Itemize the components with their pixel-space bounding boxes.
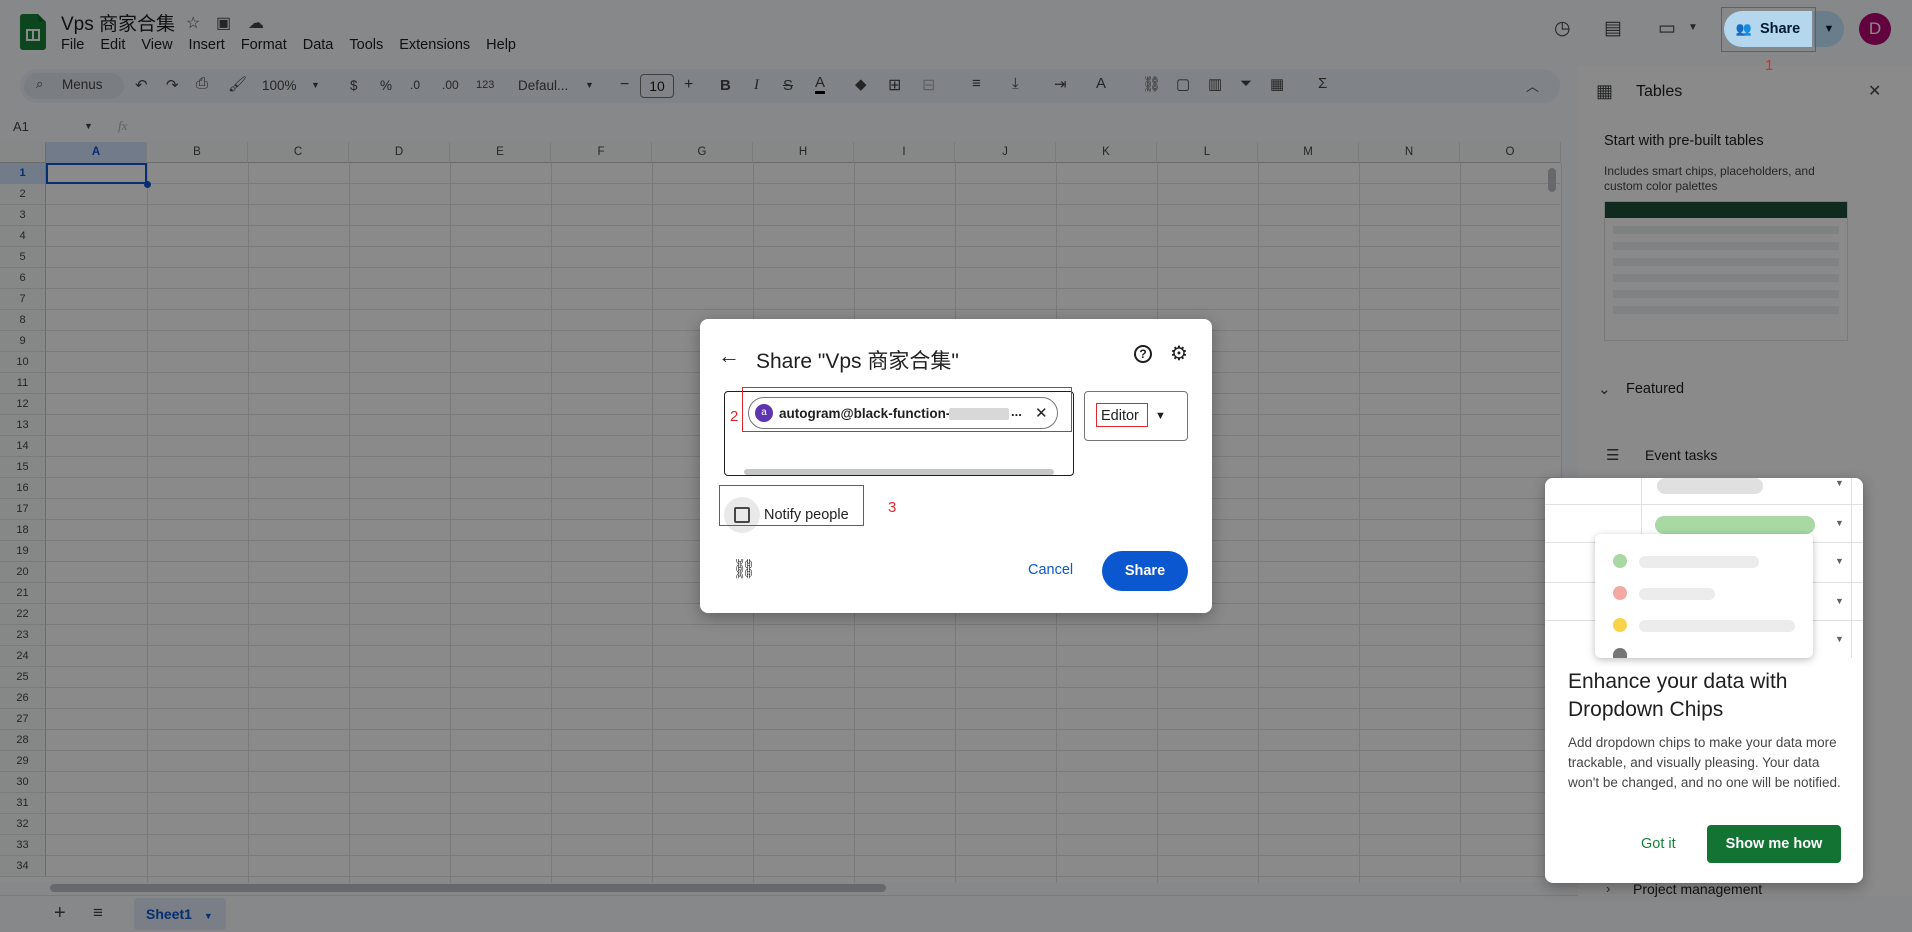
role-caret-icon: ▼ bbox=[1155, 410, 1166, 422]
share-dialog: ← Share "Vps 商家合集" ? ⚙ a autogram@black-… bbox=[700, 319, 1212, 613]
annotation-label-2: 2 bbox=[730, 408, 739, 425]
back-arrow-icon[interactable]: ← bbox=[718, 343, 740, 369]
copy-link-icon[interactable]: ⛓ bbox=[732, 557, 756, 581]
recipients-scrollbar[interactable] bbox=[744, 469, 1054, 475]
annotation-box-3 bbox=[719, 485, 864, 526]
got-it-button[interactable]: Got it bbox=[1641, 836, 1676, 852]
share-submit-button[interactable]: Share bbox=[1102, 551, 1188, 591]
annotation-box-editor bbox=[1096, 403, 1148, 427]
tip-body: Add dropdown chips to make your data mor… bbox=[1568, 735, 1841, 790]
show-me-how-button[interactable]: Show me how bbox=[1707, 825, 1841, 863]
dialog-title: Share "Vps 商家合集" bbox=[756, 350, 959, 373]
cancel-button[interactable]: Cancel bbox=[1028, 562, 1073, 578]
dropdown-chips-tip: ▼ ▼ ▼ ▼ ▼ Enhance your data with Dropdow… bbox=[1545, 478, 1863, 883]
annotation-label-3: 3 bbox=[888, 499, 897, 516]
tip-title: Enhance your data with Dropdown Chips bbox=[1568, 670, 1788, 721]
settings-gear-icon[interactable]: ⚙ bbox=[1170, 341, 1188, 366]
annotation-label-1: 1 bbox=[1765, 57, 1774, 74]
help-icon[interactable]: ? bbox=[1134, 345, 1152, 363]
tip-illustration: ▼ ▼ ▼ ▼ ▼ bbox=[1545, 478, 1863, 658]
annotation-box-2 bbox=[742, 387, 1072, 432]
annotation-box-1 bbox=[1721, 7, 1816, 52]
